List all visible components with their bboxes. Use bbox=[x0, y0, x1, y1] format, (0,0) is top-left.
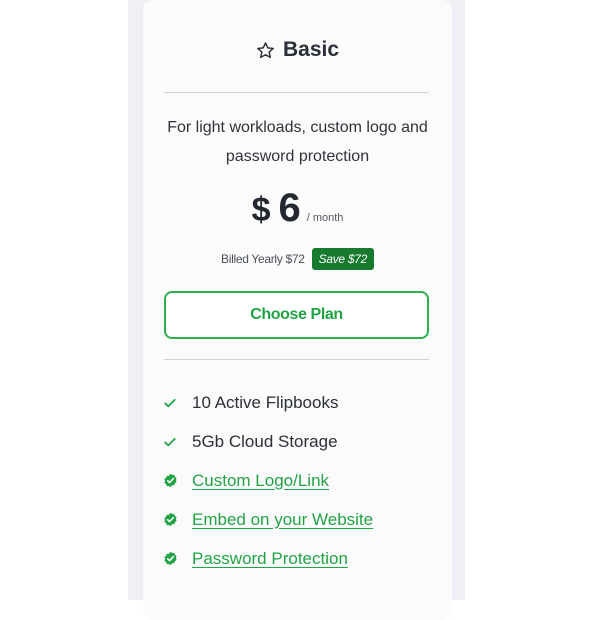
feature-label: 5Gb Cloud Storage bbox=[192, 431, 338, 451]
feature-item: Custom Logo/Link bbox=[162, 461, 442, 500]
feature-item: 10 Active Flipbooks bbox=[162, 383, 442, 422]
billed-yearly-text: Billed Yearly $72 bbox=[221, 252, 305, 266]
header-divider bbox=[164, 92, 429, 93]
price-currency: $ bbox=[251, 191, 271, 229]
feature-link-embed[interactable]: Embed on your Website bbox=[192, 510, 373, 530]
pricing-card: Basic For light workloads, custom logo a… bbox=[143, 0, 452, 620]
save-badge: Save $72 bbox=[311, 248, 374, 270]
plan-description: For light workloads, custom logo and pas… bbox=[167, 119, 428, 165]
check-icon bbox=[162, 434, 178, 450]
billing-row: Billed Yearly $72 Save $72 bbox=[143, 248, 452, 270]
feature-item: 5Gb Cloud Storage bbox=[162, 422, 442, 461]
plan-name: Basic bbox=[282, 38, 340, 61]
feature-list: 10 Active Flipbooks 5Gb Cloud Storage Cu… bbox=[162, 383, 442, 578]
star-outline-icon bbox=[256, 41, 275, 60]
price-period: / month bbox=[306, 212, 344, 224]
check-icon bbox=[162, 395, 178, 411]
feature-item: Embed on your Website bbox=[162, 500, 442, 539]
features-divider bbox=[164, 359, 429, 360]
choose-plan-button[interactable]: Choose Plan bbox=[164, 291, 429, 339]
price-amount: 6 bbox=[278, 186, 301, 230]
plan-header: Basic bbox=[143, 36, 452, 64]
feature-item: Password Protection bbox=[162, 539, 442, 578]
feature-label: 10 Active Flipbooks bbox=[192, 392, 339, 412]
feature-link-custom-logo[interactable]: Custom Logo/Link bbox=[192, 471, 329, 491]
verified-badge-icon bbox=[162, 551, 178, 567]
verified-badge-icon bbox=[162, 473, 178, 489]
price-row: $ 6 / month bbox=[143, 186, 452, 231]
feature-link-password[interactable]: Password Protection bbox=[192, 549, 348, 569]
verified-badge-icon bbox=[162, 512, 178, 528]
